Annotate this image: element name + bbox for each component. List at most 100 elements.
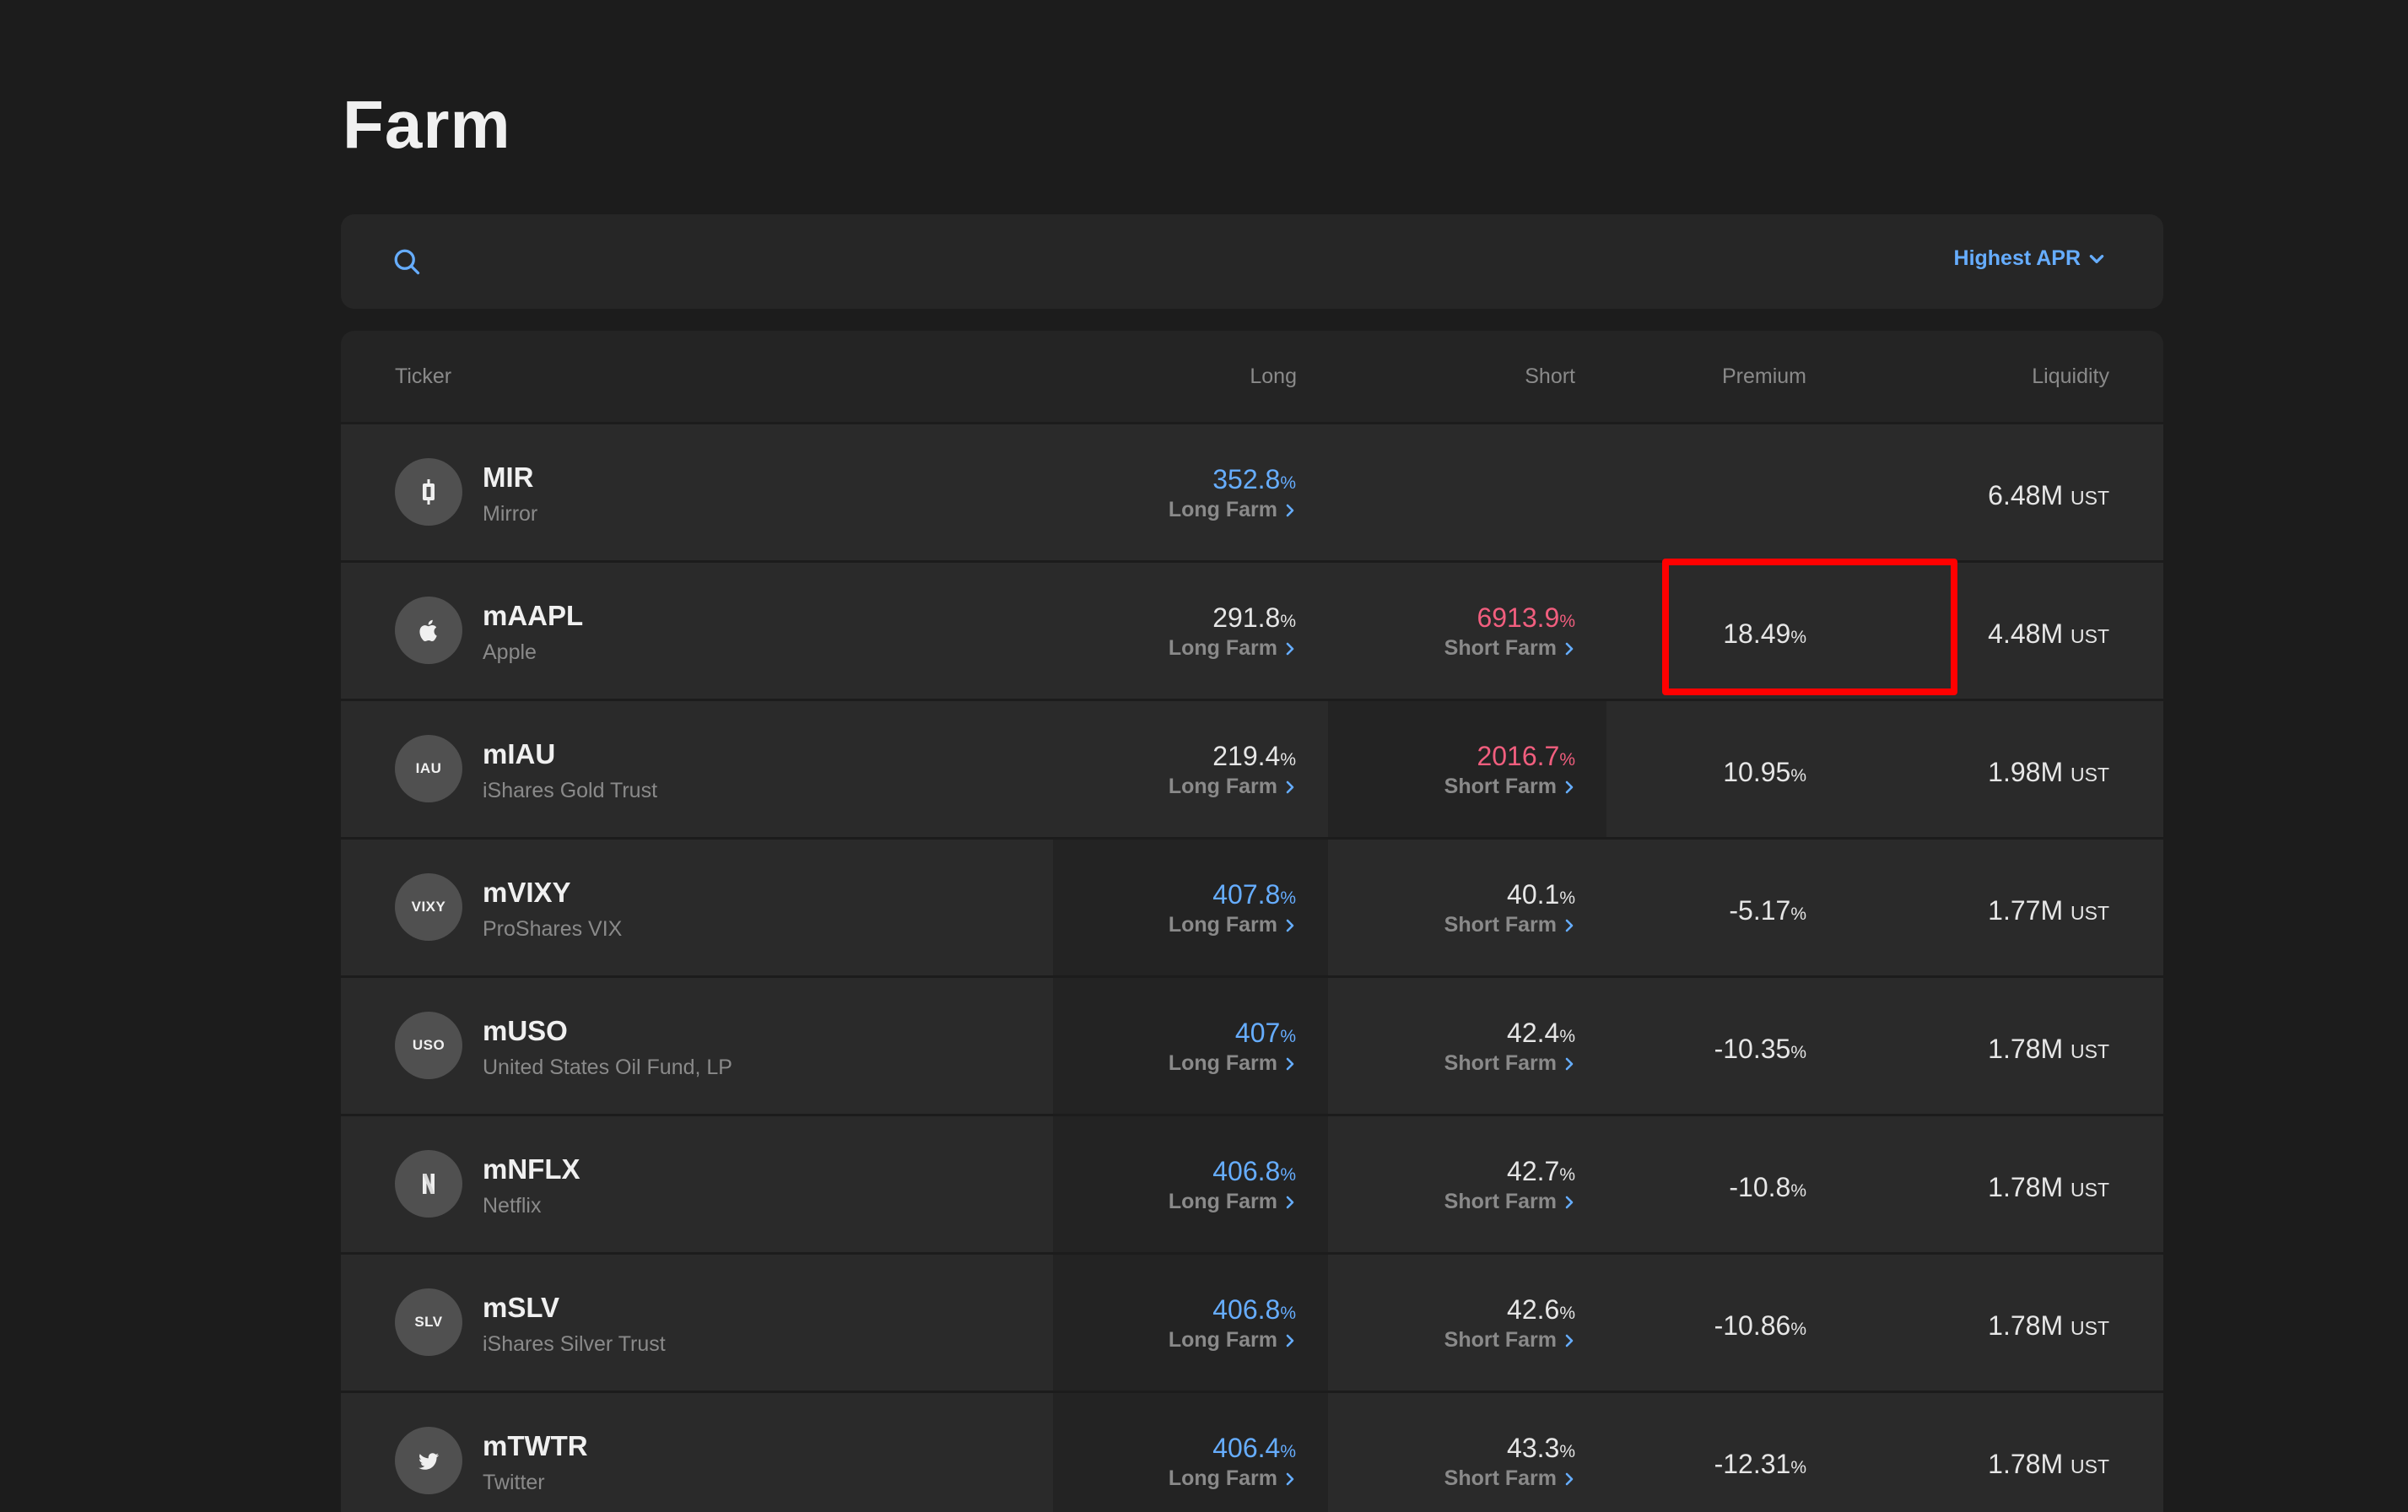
short-farm-link[interactable]: Short Farm (1444, 1051, 1575, 1076)
short-apr-cell: 42.7% Short Farm (1444, 1156, 1575, 1214)
header-premium[interactable]: Premium (1722, 364, 1806, 389)
ticker-symbol: mVIXY (483, 877, 571, 908)
short-apr-value: 42.4% (1507, 1018, 1575, 1048)
ticker-name: iShares Gold Trust (483, 779, 658, 802)
short-farm-link[interactable]: Short Farm (1444, 1190, 1575, 1214)
long-apr-value: 407.8% (1212, 879, 1296, 910)
chevron-down-icon (2089, 254, 2104, 263)
long-apr-value: 406.4% (1212, 1433, 1296, 1463)
premium-value: 10.95% (1723, 757, 1806, 787)
table-row[interactable]: MIR Mirror 352.8% Long Farm 6.48M UST (341, 424, 2163, 563)
table-row[interactable]: USO mUSO United States Oil Fund, LP 407% Lon… (341, 978, 2163, 1116)
chevron-right-icon (1286, 1057, 1294, 1070)
search-icon (394, 249, 420, 275)
long-farm-link[interactable]: Long Farm (1169, 636, 1296, 661)
chevron-right-icon (1286, 780, 1294, 793)
long-apr-cell: 406.8% Long Farm (1169, 1156, 1296, 1214)
short-farm-link[interactable]: Short Farm (1444, 1328, 1575, 1353)
search-input[interactable] (442, 240, 1711, 285)
farm-table: Ticker Long Short Premium Liquidity MIR M… (341, 331, 2163, 1512)
liquidity-value: 1.98M UST (1988, 757, 2109, 787)
long-apr-cell: 406.8% Long Farm (1169, 1294, 1296, 1353)
long-farm-link[interactable]: Long Farm (1169, 1051, 1296, 1076)
table-row[interactable]: SLV mSLV iShares Silver Trust 406.8% Long Fa… (341, 1255, 2163, 1393)
ticker-symbol: mSLV (483, 1292, 560, 1323)
page-title: Farm (343, 87, 511, 162)
header-short[interactable]: Short (1525, 364, 1575, 389)
short-apr-cell: 6913.9% Short Farm (1444, 602, 1575, 661)
liquidity-value: 4.48M UST (1988, 618, 2109, 649)
chevron-right-icon (1286, 1196, 1294, 1208)
short-farm-link[interactable]: Short Farm (1444, 913, 1575, 937)
long-farm-link[interactable]: Long Farm (1169, 1328, 1296, 1353)
long-apr-value: 406.8% (1212, 1294, 1296, 1325)
short-apr-value: 40.1% (1507, 879, 1575, 910)
long-farm-link[interactable]: Long Farm (1169, 1466, 1296, 1491)
short-farm-link[interactable]: Short Farm (1444, 636, 1575, 661)
short-farm-link[interactable]: Short Farm (1444, 775, 1575, 799)
long-apr-cell: 407% Long Farm (1169, 1018, 1296, 1076)
chevron-right-icon (1286, 642, 1294, 655)
premium-value: -10.8% (1729, 1172, 1806, 1202)
long-apr-value: 407% (1234, 1018, 1296, 1048)
long-apr-cell: 352.8% Long Farm (1169, 464, 1296, 522)
short-apr-value: 43.3% (1507, 1433, 1575, 1463)
sort-dropdown[interactable]: Highest APR (1954, 246, 2106, 271)
short-farm-link[interactable]: Short Farm (1444, 1466, 1575, 1491)
chevron-right-icon (1565, 919, 1574, 932)
premium-value: -10.86% (1714, 1310, 1806, 1341)
premium-value: 18.49% (1723, 618, 1806, 649)
token-avatar (395, 1427, 462, 1494)
long-apr-cell: 407.8% Long Farm (1169, 879, 1296, 937)
ticker-name: ProShares VIX (483, 917, 623, 941)
header-ticker[interactable]: Ticker (395, 364, 451, 389)
long-farm-link[interactable]: Long Farm (1169, 913, 1296, 937)
table-row[interactable]: VIXY mVIXY ProShares VIX 407.8% Long Farm 40.… (341, 840, 2163, 978)
table-header: Ticker Long Short Premium Liquidity (341, 331, 2163, 424)
iau-text-icon: IAU (415, 760, 442, 776)
long-apr-value: 406.8% (1212, 1156, 1296, 1186)
liquidity-value: 1.78M UST (1988, 1310, 2109, 1341)
short-apr-value: 42.6% (1507, 1294, 1575, 1325)
long-farm-link[interactable]: Long Farm (1169, 1190, 1296, 1214)
header-liquidity[interactable]: Liquidity (2032, 364, 2109, 389)
chevron-right-icon (1286, 1334, 1294, 1347)
chevron-right-icon (1565, 1196, 1574, 1208)
long-apr-cell: 406.4% Long Farm (1169, 1433, 1296, 1491)
table-row[interactable]: IAU mIAU iShares Gold Trust 219.4% Long Farm… (341, 701, 2163, 840)
short-apr-value: 2016.7% (1477, 741, 1575, 771)
short-apr-cell: 2016.7% Short Farm (1444, 741, 1575, 799)
long-farm-link[interactable]: Long Farm (1169, 775, 1296, 799)
uso-text-icon: USO (412, 1037, 445, 1053)
ticker-symbol: mNFLX (483, 1153, 580, 1185)
token-avatar (395, 458, 462, 526)
liquidity-value: 1.77M UST (1988, 895, 2109, 926)
vixy-text-icon: VIXY (411, 899, 446, 915)
ticker-name: Twitter (483, 1471, 545, 1494)
short-apr-cell: 42.4% Short Farm (1444, 1018, 1575, 1076)
token-avatar: USO (395, 1012, 462, 1079)
chevron-right-icon (1565, 780, 1574, 793)
ticker-symbol: mTWTR (483, 1430, 588, 1461)
liquidity-value: 1.78M UST (1988, 1172, 2109, 1202)
ticker-name: Apple (483, 640, 537, 664)
table-row[interactable]: mTWTR Twitter 406.4% Long Farm 43.3% Short Fa… (341, 1393, 2163, 1512)
ticker-symbol: mIAU (483, 738, 556, 770)
long-apr-value: 219.4% (1212, 741, 1296, 771)
short-apr-value: 42.7% (1507, 1156, 1575, 1186)
ticker-name: Mirror (483, 502, 538, 526)
long-farm-link[interactable]: Long Farm (1169, 498, 1296, 522)
ticker-name: United States Oil Fund, LP (483, 1056, 732, 1079)
token-avatar: VIXY (395, 873, 462, 941)
liquidity-value: 6.48M UST (1988, 480, 2109, 510)
short-apr-value: 6913.9% (1477, 602, 1575, 633)
header-long[interactable]: Long (1250, 364, 1297, 389)
token-avatar (395, 597, 462, 664)
apple-logo-icon (419, 619, 437, 642)
table-row[interactable]: mAAPL Apple 291.8% Long Farm 6913.9% Short Fa… (341, 563, 2163, 701)
liquidity-value: 1.78M UST (1988, 1034, 2109, 1064)
sort-label: Highest APR (1953, 246, 2081, 270)
ticker-symbol: mUSO (483, 1015, 568, 1046)
table-row[interactable]: mNFLX Netflix 406.8% Long Farm 42.7% Short Fa… (341, 1116, 2163, 1255)
short-apr-cell: 42.6% Short Farm (1444, 1294, 1575, 1353)
